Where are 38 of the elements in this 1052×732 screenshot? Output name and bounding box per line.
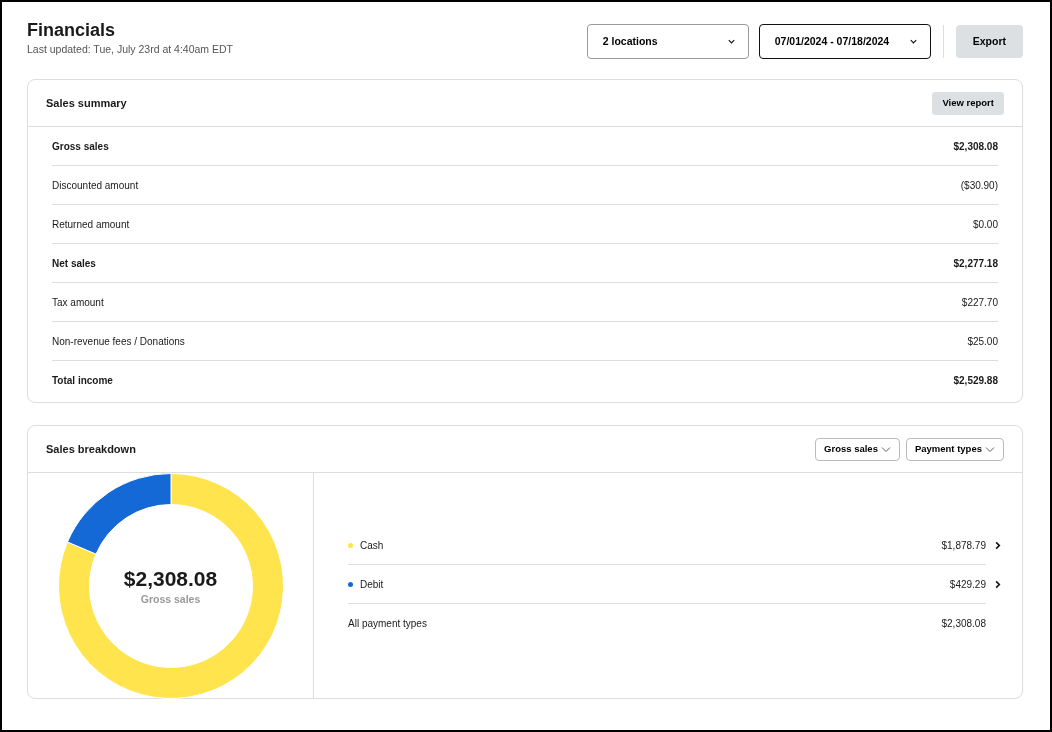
date-range-select[interactable]: 07/01/2024 - 07/18/2024 [758,24,931,59]
export-button[interactable]: Export [955,25,1023,58]
filter-dropdown[interactable]: Payment types [905,437,1004,461]
legend-value: $1,878.79 [941,538,986,553]
card-title: Sales summary [46,95,127,111]
page-title: Financials [27,20,117,42]
row-label: Net sales [52,256,96,271]
legend-label: Cash [360,538,384,553]
row-value: $25.00 [967,334,998,349]
legend-value: $429.29 [949,577,986,592]
legend-label: All payment types [348,617,427,631]
chevron-down-icon [985,445,995,453]
row-label: Total income [52,374,113,388]
total-amount: $2,308.08 [123,566,218,593]
row-value: ($30.90) [960,178,998,193]
legend-label: Debit [360,577,384,592]
chevron-right-icon [993,541,1002,550]
chevron-right-icon [993,580,1002,589]
legend-value: $2,308.08 [941,617,986,631]
row-label: Returned amount [52,217,130,232]
row-label: Discounted amount [52,178,139,193]
row-value: $0.00 [972,217,998,232]
last-updated-text: Last updated: Tue, July 23rd at 4:40am EDT [27,41,234,57]
row-label: Non-revenue fees / Donations [52,334,185,349]
row-value: $2,277.18 [953,256,998,271]
location-select[interactable]: 2 locations [586,24,749,59]
filter-dropdown[interactable]: Gross sales [815,437,900,461]
total-caption: Gross sales [140,591,201,607]
row-value: $2,308.08 [953,139,998,154]
row-label: Gross sales [52,139,109,154]
view-report-button[interactable]: View report [932,91,1004,115]
chevron-down-icon [726,37,736,46]
card-title: Sales breakdown [46,441,136,457]
chevron-down-icon [908,37,918,46]
row-label: Tax amount [52,295,104,310]
chevron-down-icon [880,445,891,453]
row-value: $227.70 [961,295,998,310]
row-value: $2,529.88 [953,374,998,388]
